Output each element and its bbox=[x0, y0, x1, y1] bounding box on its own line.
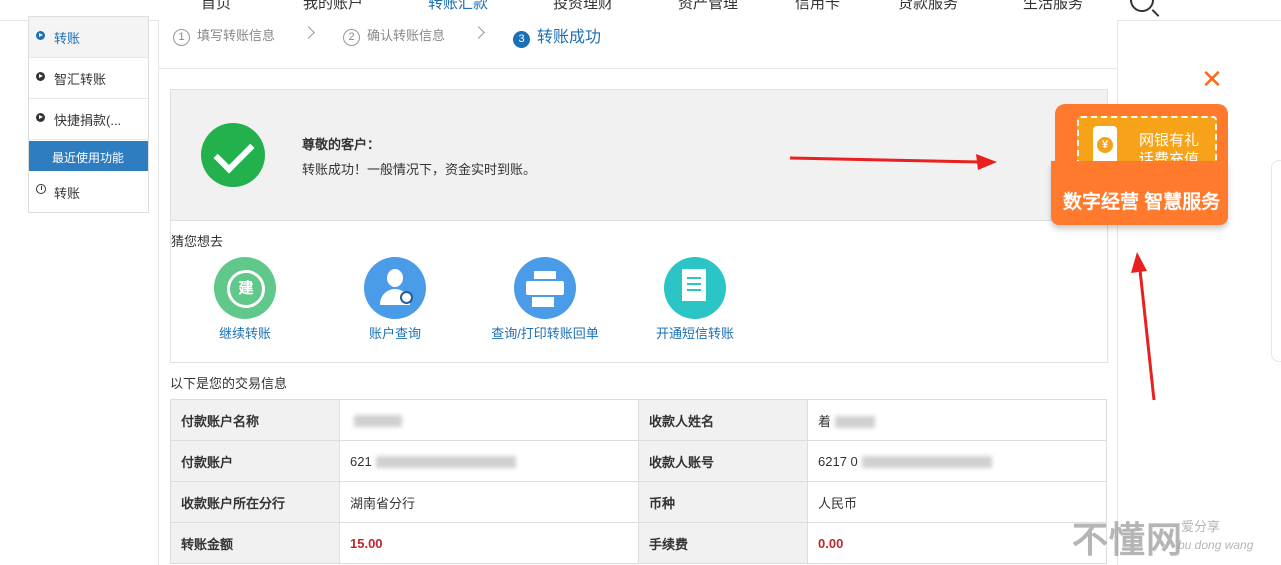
printer-icon[interactable] bbox=[514, 257, 576, 319]
sidebar-item-transfer[interactable]: 转账 bbox=[29, 17, 148, 58]
branch-label: 收款账户所在分行 bbox=[170, 481, 340, 523]
sidebar-item-label: 转账 bbox=[54, 31, 81, 46]
sidebar-item-label: 快捷捐款(... bbox=[54, 113, 122, 128]
step-number: 2 bbox=[343, 29, 360, 46]
nav-item-assets[interactable]: 资产管理 bbox=[678, 0, 738, 13]
transaction-table: 付款账户名称 收款人姓名 着 付款账户 621 收款人账号 6217 0 收款账… bbox=[170, 399, 1107, 564]
nav-item-home[interactable]: 首页 bbox=[201, 0, 231, 13]
nav-item-credit-card[interactable]: 信用卡 bbox=[795, 0, 840, 13]
arrow-up-icon bbox=[1131, 252, 1156, 401]
sidebar-item-label: 智汇转账 bbox=[54, 72, 107, 87]
main-panel: 1 填写转账信息 2 确认转账信息 3 转账成功 尊敬的客户： 转账成功！一般情况下，… bbox=[158, 20, 1118, 565]
step-label: 确认转账信息 bbox=[367, 28, 446, 43]
nav-item-investment[interactable]: 投资理财 bbox=[553, 0, 613, 13]
account-query-icon[interactable] bbox=[364, 257, 426, 319]
print-receipt-link[interactable]: 查询/打印转账回单 bbox=[465, 257, 625, 342]
payee-name-label: 收款人姓名 bbox=[638, 399, 808, 441]
payee-name-value: 着 bbox=[807, 399, 1107, 441]
branch-value: 湖南省分行 bbox=[339, 481, 639, 523]
bullet-icon bbox=[36, 113, 45, 122]
success-panel: 尊敬的客户： 转账成功！一般情况下，资金实时到账。 bbox=[170, 89, 1108, 221]
recent-item-transfer[interactable]: 转账 bbox=[29, 172, 148, 212]
step-number: 3 bbox=[513, 31, 530, 48]
payer-name-label: 付款账户名称 bbox=[170, 399, 340, 441]
recent-functions-label: 最近使用功能 bbox=[52, 151, 125, 165]
success-message: 转账成功！一般情况下，资金实时到账。 bbox=[302, 162, 537, 177]
nav-item-transfer[interactable]: 转账汇款 bbox=[428, 0, 488, 13]
fee-label: 手续费 bbox=[638, 522, 808, 564]
watermark-pinyin: bu dong wang bbox=[1178, 538, 1254, 552]
suggestions-title: 猜您想去 bbox=[171, 234, 224, 249]
continue-transfer-link[interactable]: 建 继续转账 bbox=[165, 257, 325, 342]
nav-item-my-account[interactable]: 我的账户 bbox=[303, 0, 363, 13]
chevron-right-icon bbox=[302, 26, 315, 39]
step-2: 2 确认转账信息 bbox=[343, 25, 445, 46]
currency-value: 人民币 bbox=[807, 481, 1107, 523]
account-query-label[interactable]: 账户查询 bbox=[315, 323, 475, 342]
continue-transfer-label[interactable]: 继续转账 bbox=[165, 323, 325, 342]
fee-value: 0.00 bbox=[807, 522, 1107, 564]
amount-value: 15.00 bbox=[339, 522, 639, 564]
account-query-link[interactable]: 账户查询 bbox=[315, 257, 475, 342]
amount-label: 转账金额 bbox=[170, 522, 340, 564]
table-row: 付款账户名称 收款人姓名 着 bbox=[170, 399, 1107, 441]
clock-icon bbox=[36, 184, 46, 194]
promo-slogan-band: 数字经营 智慧服务 bbox=[1051, 161, 1228, 225]
sms-transfer-label[interactable]: 开通短信转账 bbox=[615, 323, 775, 342]
greeting-text: 尊敬的客户： bbox=[302, 137, 381, 152]
search-icon[interactable] bbox=[1130, 0, 1154, 12]
payer-account-label: 付款账户 bbox=[170, 440, 340, 482]
step-indicator: 1 填写转账信息 2 确认转账信息 3 转账成功 bbox=[159, 20, 1117, 69]
right-side-tab[interactable] bbox=[1271, 160, 1281, 362]
payer-name-value bbox=[339, 399, 639, 441]
step-label: 转账成功 bbox=[537, 29, 602, 46]
promo-line1: 网银有礼 bbox=[1139, 132, 1200, 149]
recent-item-label: 转账 bbox=[54, 186, 81, 201]
chevron-right-icon bbox=[472, 26, 485, 39]
sidebar-item-quick-donation[interactable]: 快捷捐款(... bbox=[29, 99, 148, 140]
payee-account-label: 收款人账号 bbox=[638, 440, 808, 482]
sms-transfer-icon[interactable] bbox=[664, 257, 726, 319]
step-1: 1 填写转账信息 bbox=[173, 25, 275, 46]
step-label: 填写转账信息 bbox=[197, 28, 276, 43]
sidebar-item-smart-transfer[interactable]: 智汇转账 bbox=[29, 58, 148, 99]
watermark-tagline: 爱分享 bbox=[1181, 519, 1221, 534]
step-3: 3 转账成功 bbox=[513, 23, 601, 48]
currency-label: 币种 bbox=[638, 481, 808, 523]
table-row: 转账金额 15.00 手续费 0.00 bbox=[170, 522, 1107, 564]
payer-account-value: 621 bbox=[339, 440, 639, 482]
close-icon[interactable]: ✕ bbox=[1201, 66, 1223, 92]
continue-transfer-icon[interactable]: 建 bbox=[214, 257, 276, 319]
step-number: 1 bbox=[173, 29, 190, 46]
checkmark-icon bbox=[201, 123, 265, 187]
payee-account-value: 6217 0 bbox=[807, 440, 1107, 482]
print-receipt-label[interactable]: 查询/打印转账回单 bbox=[465, 323, 625, 342]
bullet-icon bbox=[36, 72, 45, 81]
continue-transfer-icon-glyph: 建 bbox=[227, 270, 265, 308]
table-row: 付款账户 621 收款人账号 6217 0 bbox=[170, 440, 1107, 482]
suggestions-panel: 猜您想去 建 继续转账 账户查询 查询/打印转账回单 开通短信转账 bbox=[170, 220, 1108, 363]
table-row: 收款账户所在分行 湖南省分行 币种 人民币 bbox=[170, 481, 1107, 523]
sms-transfer-link[interactable]: 开通短信转账 bbox=[615, 257, 775, 342]
transaction-info-title: 以下是您的交易信息 bbox=[170, 376, 288, 391]
nav-item-loans[interactable]: 贷款服务 bbox=[898, 0, 958, 13]
recent-functions-header: 最近使用功能 bbox=[29, 141, 148, 171]
nav-item-life-services[interactable]: 生活服务 bbox=[1023, 0, 1083, 13]
sidebar: 转账 智汇转账 快捷捐款(... 最近使用功能 转账 bbox=[28, 16, 149, 213]
promo-banner[interactable]: ✕ 网银有礼 话费充值 数字经营 智慧服务 bbox=[1051, 66, 1228, 226]
promo-slogan: 数字经营 智慧服务 bbox=[1063, 192, 1221, 213]
top-nav: 首页 我的账户 转账汇款 投资理财 资产管理 信用卡 贷款服务 生活服务 bbox=[0, 0, 1281, 21]
bullet-icon bbox=[36, 31, 45, 40]
watermark-logo: 不懂网 bbox=[1072, 519, 1184, 560]
